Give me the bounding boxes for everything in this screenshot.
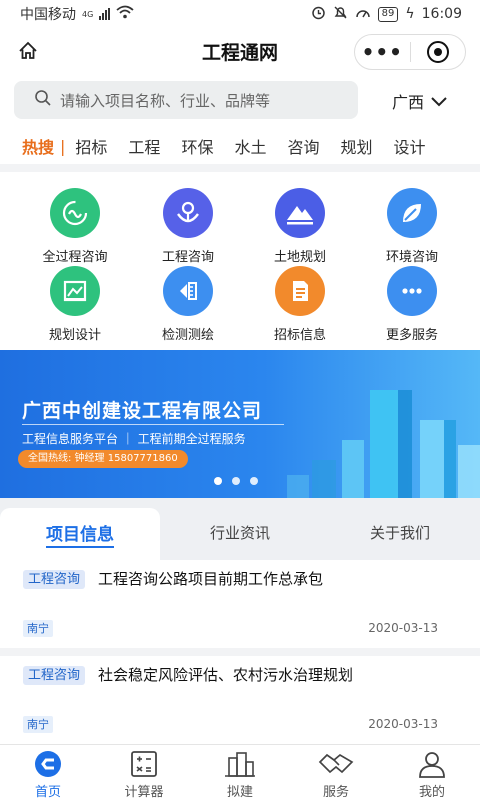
city-illustration [287,390,480,498]
search-icon [34,89,52,111]
region-selector[interactable]: 广西 [392,89,448,113]
carousel-dots [214,477,258,485]
clock-label: 16:09 [421,6,462,22]
project-title: 社会稳定风险评估、农村污水治理规划 [98,666,354,684]
nav-planned[interactable]: 拟建 [192,749,288,800]
service-planning-design[interactable]: 规划设计 [15,266,135,343]
nav-label: 拟建 [226,785,253,800]
promo-banner[interactable]: 广西中创建设工程有限公司 工程信息服务平台 ｜ 工程前期全过程服务 全国热线: … [0,350,480,498]
service-engineering[interactable]: 工程咨询 [128,188,248,265]
mini-program-capsule: ••• [354,34,466,70]
list-item[interactable]: 工程咨询 社会稳定风险评估、农村污水治理规划 南宁 2020-03-13 [0,656,480,744]
category-badge: 工程咨询 [23,570,86,589]
service-survey[interactable]: 检测测绘 [128,266,248,343]
handshake-icon [163,188,213,238]
nav-label: 首页 [34,785,61,800]
hot-tag[interactable]: 工程 [128,134,160,158]
tab-label: 关于我们 [369,523,430,542]
tab-about-us[interactable]: 关于我们 [320,508,480,556]
service-land-planning[interactable]: 土地规划 [240,188,360,265]
hot-tag[interactable]: 咨询 [287,134,319,158]
nav-label: 计算器 [124,785,164,800]
search-placeholder: 请输入项目名称、行业、品牌等 [60,91,271,110]
user-icon [384,749,480,779]
target-icon [426,41,449,63]
buildings-icon [192,749,288,779]
list-item[interactable]: 工程咨询 工程咨询公路项目前期工作总承包 南宁 2020-03-13 [0,560,480,648]
network-label: 4G [82,9,94,19]
tab-industry-news[interactable]: 行业资讯 [160,508,320,556]
bottom-nav: 首页 计算器 拟建 服务 我的 [0,744,480,800]
chevron-down-icon [430,92,448,111]
status-bar: 中国移动 4G 89 ϟ 16:09 [0,0,480,28]
service-label: 环境咨询 [385,250,438,265]
service-label: 更多服务 [385,328,438,343]
tab-label: 项目信息 [46,520,114,548]
close-button[interactable] [410,41,465,63]
hot-search-bar: 热搜 | 招标 工程 环保 水土 咨询 规划 设计 [0,132,480,160]
location-tag: 南宁 [23,620,53,637]
alarm-icon [311,5,326,24]
service-label: 招标信息 [273,328,326,343]
service-environment[interactable]: 环境咨询 [352,188,472,265]
loop-icon [50,188,100,238]
nav-mine[interactable]: 我的 [384,749,480,800]
project-date: 2020-03-13 [368,621,438,635]
charging-icon: ϟ [405,6,415,22]
hot-tag[interactable]: 环保 [181,134,213,158]
mute-icon [333,5,348,24]
banner-title: 广西中创建设工程有限公司 [22,400,263,422]
service-label: 全过程咨询 [42,250,108,265]
ruler-icon [163,266,213,316]
hot-divider: | [60,136,66,156]
search-box[interactable]: 请输入项目名称、行业、品牌等 [14,81,358,119]
hot-tag[interactable]: 设计 [394,134,426,158]
leaf-icon [387,188,437,238]
service-full-process[interactable]: 全过程咨询 [15,188,135,265]
nav-label: 我的 [418,785,445,800]
battery-icon: 89 [377,6,399,22]
carousel-dot[interactable] [232,477,240,485]
category-badge: 工程咨询 [23,666,86,685]
speed-icon [355,5,371,24]
signal-icon [99,8,111,20]
carousel-dot[interactable] [250,477,258,485]
service-label: 工程咨询 [161,250,214,265]
more-dots-icon[interactable]: ••• [355,42,410,62]
section-divider [0,164,480,172]
nav-calculator[interactable]: 计算器 [96,749,192,800]
project-date: 2020-03-13 [368,717,438,731]
location-tag: 南宁 [23,716,53,733]
service-label: 检测测绘 [161,328,214,343]
nav-home[interactable]: 首页 [0,749,96,800]
region-label: 广西 [392,93,425,112]
tab-label: 行业资讯 [209,523,270,542]
hot-tag[interactable]: 水土 [234,134,266,158]
hot-search-label: 热搜 [22,138,55,157]
hot-tag[interactable]: 规划 [340,134,372,158]
service-label: 规划设计 [48,328,101,343]
carousel-dot[interactable] [214,477,222,485]
more-icon [387,266,437,316]
home-c-icon [0,749,96,779]
document-icon [275,266,325,316]
mountain-icon [275,188,325,238]
banner-phone: 全国热线: 钟经理 15807771860 [18,450,188,468]
hot-tag[interactable]: 招标 [75,134,107,158]
service-more[interactable]: 更多服务 [352,266,472,343]
project-title: 工程咨询公路项目前期工作总承包 [98,570,324,588]
title-bar: 工程通网 ••• [0,28,480,74]
handshake-icon [288,749,384,779]
calculator-icon [96,749,192,779]
banner-divider [22,424,284,425]
service-label: 土地规划 [273,250,326,265]
nav-service[interactable]: 服务 [288,749,384,800]
service-bidding[interactable]: 招标信息 [240,266,360,343]
banner-subtitle: 工程信息服务平台 ｜ 工程前期全过程服务 [22,432,246,446]
drawing-icon [50,266,100,316]
carrier-label: 中国移动 [20,7,76,23]
wifi-icon [116,5,134,23]
tab-projects[interactable]: 项目信息 [0,508,160,560]
nav-label: 服务 [322,785,349,800]
